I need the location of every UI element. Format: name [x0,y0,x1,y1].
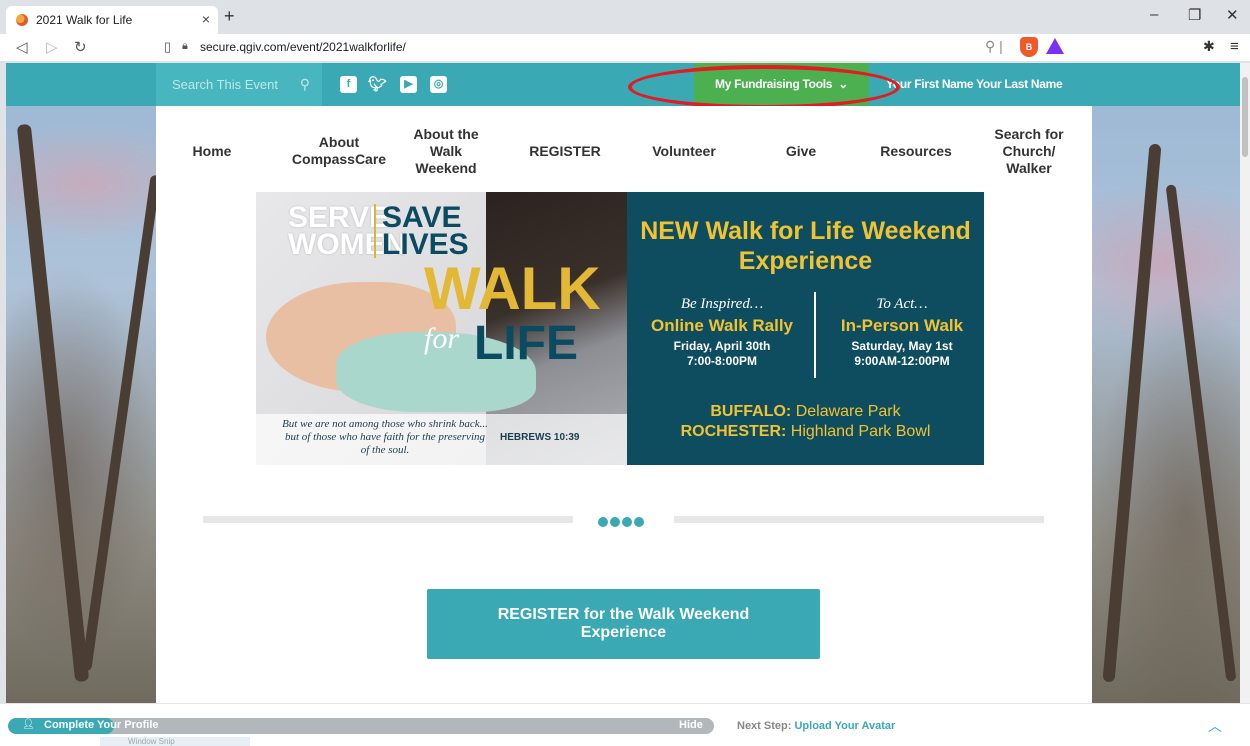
search-placeholder: Search This Event [172,77,278,92]
browser-toolbar: ◁ ▷ ↻ ▯ 🔒︎ secure.qgiv.com/event/2021wal… [0,34,1250,62]
chevron-down-icon: ⌄ [838,77,848,91]
site-favicon-icon [16,14,28,26]
nav-about-compasscare[interactable]: About CompassCare [276,116,402,186]
carousel-track-right [674,516,1044,523]
forward-icon[interactable]: ▷ [46,38,58,56]
banner-divider [814,292,816,378]
brave-shields-icon[interactable]: B [1020,37,1038,57]
profile-progress-bar: 👤︎ Complete Your Profile Hide Next Step:… [0,703,1250,746]
banner-photo-panel: SERVE WOMEN SAVE LIVES WALK for LIFE But w… [256,192,627,465]
nav-about-walk-weekend[interactable]: About the Walk Weekend [404,116,488,186]
upload-avatar-link[interactable]: Upload Your Avatar [794,720,895,732]
fundraising-tools-button[interactable]: My Fundraising Tools ⌄ [694,63,869,106]
zoom-icon[interactable]: ⚲ | [985,38,1003,55]
brave-rewards-icon[interactable] [1046,38,1064,54]
browser-tab[interactable]: 2021 Walk for Life × [6,6,218,34]
complete-profile-label[interactable]: Complete Your Profile [44,719,159,731]
user-name-link[interactable]: Your First Name Your Last Name [886,63,1063,106]
search-icon[interactable]: ⚲ [300,63,310,106]
nav-search-church-walker[interactable]: Search for Church/ Walker [984,116,1074,186]
maximize-button[interactable]: ❐ [1188,6,1201,24]
nav-register[interactable]: REGISTER [510,116,620,186]
extensions-icon[interactable]: ✱ [1203,38,1215,55]
fundraising-label: My Fundraising Tools [715,77,833,91]
life-logo-text: LIFE [474,317,578,370]
lock-icon: 🔒︎ [182,40,188,52]
nav-home[interactable]: Home [176,116,248,186]
site-top-bar: Search This Event ⚲ f 🐦︎ ▶ ◎ My Fundrais… [6,63,1240,106]
nav-volunteer[interactable]: Volunteer [634,116,734,186]
main-nav: Home About CompassCare About the Walk We… [156,116,1092,186]
browser-menu-icon[interactable]: ≡ [1230,38,1239,55]
page-scrollbar[interactable] [1240,63,1250,703]
close-window-button[interactable]: ✕ [1226,6,1239,24]
minimize-button[interactable]: – [1150,6,1158,23]
address-bar[interactable]: secure.qgiv.com/event/2021walkforlife/ [200,40,406,54]
main-content: Home About CompassCare About the Walk We… [156,106,1092,703]
in-person-walk-column: To Act… In-Person Walk Saturday, May 1st… [840,296,964,368]
user-icon: 👤︎ [22,719,35,730]
verse-strip: But we are not among those who shrink ba… [256,414,627,465]
walk-logo-text: WALK [424,255,601,322]
verse-reference: HEBREWS 10:39 [500,432,580,443]
twitter-icon[interactable]: 🐦︎ [368,76,387,93]
carousel-dot[interactable] [610,517,620,527]
window-snip-overlay: Window Snip [100,737,250,746]
nav-resources[interactable]: Resources [856,116,976,186]
scrollbar-thumb[interactable] [1242,77,1248,157]
carousel-dots [598,514,646,532]
carousel-dot[interactable] [634,517,644,527]
instagram-icon[interactable]: ◎ [430,76,447,93]
browser-tab-strip: 2021 Walk for Life × + – ❐ ✕ [0,0,1250,34]
register-walk-button[interactable]: REGISTER for the Walk Weekend Experience [427,589,820,659]
hide-button[interactable]: Hide [679,719,703,731]
web-page: Search This Event ⚲ f 🐦︎ ▶ ◎ My Fundrais… [6,63,1240,703]
youtube-icon[interactable]: ▶ [400,76,417,93]
chevron-up-icon[interactable]: ︿ [1208,716,1222,736]
for-logo-text: for [424,322,460,355]
reload-icon[interactable]: ↻ [74,38,87,56]
save-lives-text: SAVE LIVES [374,203,469,260]
walk-locations: BUFFALO: Delaware Park ROCHESTER: Highla… [680,403,931,440]
carousel-dot[interactable] [622,517,632,527]
nav-give[interactable]: Give [766,116,836,186]
back-icon[interactable]: ◁ [16,38,28,56]
facebook-icon[interactable]: f [340,76,357,93]
new-tab-button[interactable]: + [224,6,235,27]
banner-info-panel: NEW Walk for Life Weekend Experience Be … [627,192,984,465]
carousel-track-left [203,516,573,523]
hero-banner[interactable]: SERVE WOMEN SAVE LIVES WALK for LIFE But w… [256,192,984,465]
verse-text: But we are not among those who shrink ba… [282,418,488,456]
next-step: Next Step: Upload Your Avatar [737,720,896,732]
tab-title: 2021 Walk for Life [36,13,133,27]
event-search-input[interactable]: Search This Event ⚲ [156,63,322,106]
tab-close-icon[interactable]: × [202,11,210,27]
banner-headline: NEW Walk for Life Weekend Experience [640,217,971,275]
bookmark-icon[interactable]: ▯ [164,39,171,55]
carousel-dot[interactable] [598,517,608,527]
online-rally-column: Be Inspired… Online Walk Rally Friday, A… [650,296,794,368]
